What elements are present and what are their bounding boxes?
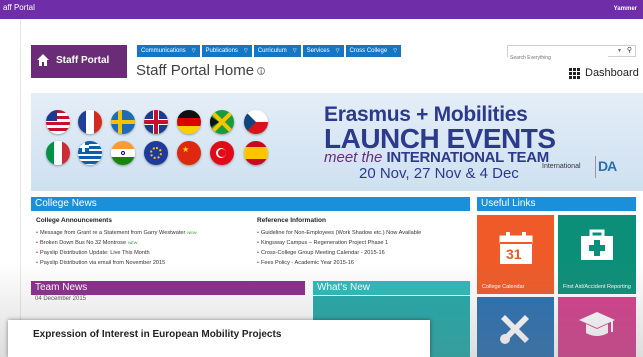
suite-bar: aff Portal Yammer — [0, 0, 643, 19]
team-news-heading[interactable]: Team News — [31, 281, 305, 295]
czech-flag-icon — [244, 110, 268, 134]
reference-list: • Guideline for Non-Employees (Work Shado… — [257, 228, 421, 268]
top-navigation: Communications ▽ Publications ▽ Curriculum… — [137, 45, 403, 57]
chevron-down-icon: ▽ — [243, 48, 248, 54]
info-icon[interactable]: i — [257, 67, 266, 76]
announcement-link[interactable]: Payslip Distribution Update: Live This M… — [40, 250, 150, 256]
nav-communications[interactable]: Communications ▽ — [137, 45, 200, 57]
reference-link[interactable]: Guideline for Non-Employees (Work Shadow… — [261, 230, 421, 236]
grid-icon — [569, 67, 581, 79]
meet-prefix: meet the — [324, 149, 383, 166]
tile-label: First Aid/Accident Reporting — [563, 284, 631, 290]
india-flag-icon — [111, 141, 135, 165]
popup-text: Expression of Interest in European Mobil… — [33, 329, 282, 340]
reference-information-heading: Reference Information — [257, 217, 326, 224]
staff-portal-logo[interactable]: Staff Portal — [31, 45, 127, 78]
chevron-down-icon: ▽ — [393, 48, 398, 54]
logo-label: Staff Portal — [56, 55, 110, 66]
nav-label: Communications — [141, 48, 186, 54]
search-icon[interactable]: ⚲ — [627, 46, 632, 54]
reference-link[interactable]: Kingsway Campus – Regeneration Project P… — [261, 240, 388, 246]
tools-tile[interactable] — [477, 297, 554, 357]
jamaica-flag-icon — [210, 110, 234, 134]
tile-label: College Calendar — [482, 284, 525, 290]
nav-curriculum[interactable]: Curriculum ▽ — [253, 45, 301, 57]
list-item[interactable]: • Broken Down Bus No 32 Montrose NEW — [36, 238, 197, 248]
tools-icon — [500, 315, 529, 344]
france-flag-icon — [78, 110, 102, 134]
graduation-cap-icon — [579, 312, 615, 336]
announcement-link[interactable]: Broken Down Bus No 32 Montrose — [40, 240, 126, 246]
logo-text: DA — [598, 158, 617, 174]
announcement-link[interactable]: Message from Grant re a Statement from G… — [40, 230, 185, 236]
banner-dates: 20 Nov, 27 Nov & 4 Dec — [359, 165, 519, 182]
chevron-down-icon: ▽ — [191, 48, 196, 54]
list-item[interactable]: • Guideline for Non-Employees (Work Shado… — [257, 228, 421, 238]
reference-link[interactable]: Cross-College Group Meeting Calendar - 2… — [261, 250, 385, 256]
nav-label: Curriculum — [257, 48, 287, 54]
new-badge: NEW — [187, 230, 197, 235]
search-input[interactable] — [508, 53, 608, 63]
list-item[interactable]: • Kingsway Campus – Regeneration Project … — [257, 238, 421, 248]
first-aid-icon — [581, 229, 613, 260]
home-icon — [37, 54, 49, 66]
list-item[interactable]: • Cross-College Group Meeting Calendar - … — [257, 248, 421, 258]
dashboard-label: Dashboard — [585, 67, 639, 79]
nav-services[interactable]: Services ▽ — [302, 45, 344, 57]
reference-link[interactable]: Fees Policy - Academic Year 2015-16 — [261, 260, 354, 266]
banner-meet-line: meet the INTERNATIONAL TEAM — [324, 149, 549, 166]
international-label: International — [542, 163, 581, 170]
useful-links-heading: Useful Links — [477, 197, 636, 211]
first-aid-tile[interactable]: First Aid/Accident Reporting — [558, 215, 636, 294]
education-tile[interactable] — [558, 297, 636, 357]
usa-flag-icon — [46, 110, 70, 134]
expression-of-interest-popup[interactable]: Expression of Interest in European Mobil… — [8, 320, 430, 357]
chevron-down-icon: ▽ — [335, 48, 340, 54]
list-item[interactable]: • Payslip Distribution via email from Nov… — [36, 258, 197, 268]
announcement-link[interactable]: Payslip Distribution via email from Nove… — [40, 260, 165, 266]
list-item[interactable]: • Message from Grant re a Statement from … — [36, 228, 197, 238]
whats-new-heading[interactable]: What's New — [313, 281, 470, 295]
college-calendar-tile[interactable]: 31 College Calendar — [477, 215, 554, 294]
turkey-flag-icon — [210, 141, 234, 165]
dashboard-link[interactable]: Dashboard — [569, 67, 639, 79]
team-news-item[interactable]: 04 December 2015 — [31, 296, 305, 306]
international-logo: DA — [595, 156, 617, 178]
eu-flag-icon — [144, 141, 168, 165]
italy-flag-icon — [46, 141, 70, 165]
nav-label: Publications — [205, 48, 238, 54]
list-item[interactable]: • Fees Policy - Academic Year 2015-16 — [257, 258, 421, 268]
college-news-heading[interactable]: College News — [31, 197, 470, 211]
page-title-text: Staff Portal Home — [136, 62, 255, 79]
nav-label: Cross College — [349, 48, 388, 54]
china-flag-icon: ★ — [177, 141, 201, 165]
chevron-down-icon: ▽ — [292, 48, 297, 54]
nav-publications[interactable]: Publications ▽ — [201, 45, 252, 57]
suite-bar-title[interactable]: aff Portal — [3, 3, 35, 12]
yammer-link[interactable]: Yammer — [614, 6, 637, 12]
new-badge: NEW — [128, 240, 138, 245]
college-announcements-heading: College Announcements — [36, 217, 112, 224]
calendar-day: 31 — [506, 246, 522, 262]
uk-flag-icon — [144, 110, 168, 134]
greece-flag-icon — [78, 141, 102, 165]
announcements-list: • Message from Grant re a Statement from … — [36, 228, 197, 268]
spain-flag-icon — [244, 141, 268, 165]
list-item[interactable]: • Payslip Distribution Update: Live This … — [36, 248, 197, 258]
search-box: ▼ ⚲ — [507, 45, 636, 63]
erasmus-banner[interactable]: ★ Erasmus + Mobilities LAUNCH EVENTS mee… — [31, 93, 643, 191]
chevron-down-icon[interactable]: ▼ — [617, 48, 622, 54]
germany-flag-icon — [177, 110, 201, 134]
page-title: Staff Portal Home i — [136, 62, 266, 79]
nav-cross-college[interactable]: Cross College ▽ — [345, 45, 402, 57]
meet-team: INTERNATIONAL TEAM — [386, 149, 550, 166]
nav-label: Services — [306, 48, 330, 54]
sweden-flag-icon — [111, 110, 135, 134]
